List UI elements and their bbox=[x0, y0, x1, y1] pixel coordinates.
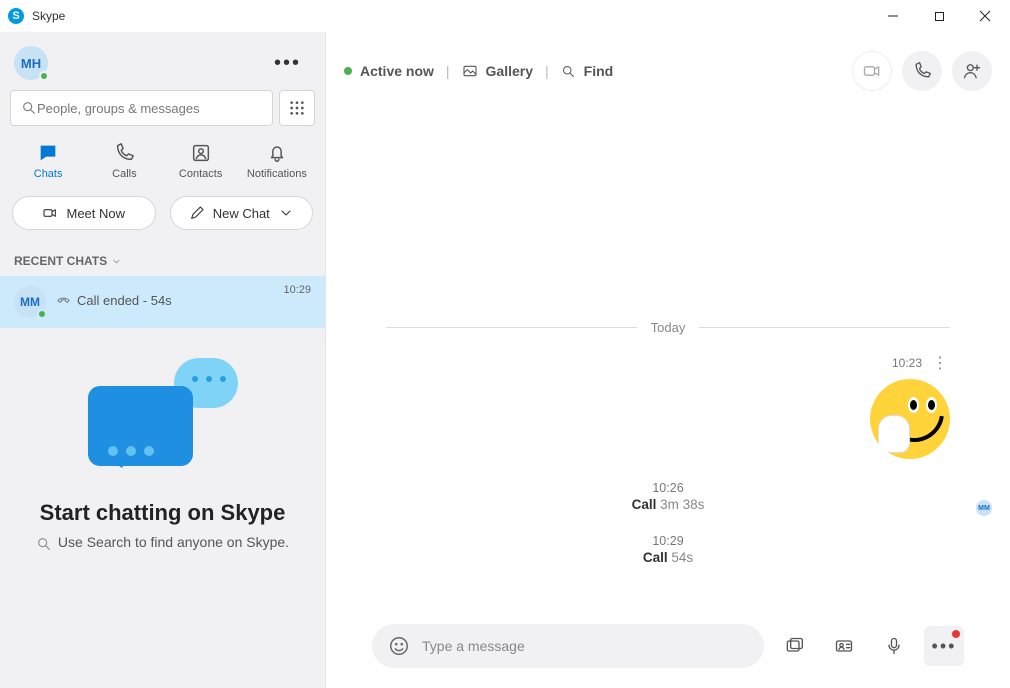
message-menu-button[interactable]: ⋮ bbox=[930, 353, 950, 373]
read-receipt: MM bbox=[976, 500, 992, 516]
promo-title: Start chatting on Skype bbox=[40, 500, 286, 526]
add-participants-button[interactable] bbox=[952, 51, 992, 91]
nav-tab-chats[interactable]: Chats bbox=[13, 142, 83, 180]
conversation-header: Active now | Gallery | Find bbox=[326, 32, 1010, 110]
audio-call-button[interactable] bbox=[902, 51, 942, 91]
chat-illustration bbox=[88, 358, 238, 478]
day-label: Today bbox=[651, 320, 686, 335]
message-list: Today 10:23 ⋮ 10:26 Call 3m 38s bbox=[326, 110, 1010, 608]
more-icon: ••• bbox=[932, 636, 957, 657]
meet-now-button[interactable]: Meet Now bbox=[12, 196, 156, 230]
search-box[interactable] bbox=[10, 90, 273, 126]
separator: | bbox=[442, 63, 454, 79]
call-ended-icon bbox=[56, 293, 71, 308]
video-call-button[interactable] bbox=[852, 51, 892, 91]
voice-message-button[interactable] bbox=[874, 626, 914, 666]
contact-card-button[interactable] bbox=[824, 626, 864, 666]
nav-label-calls: Calls bbox=[112, 168, 136, 180]
sidebar: MH ••• Chats bbox=[0, 32, 326, 688]
call-duration: 54s bbox=[671, 550, 693, 565]
add-user-icon bbox=[962, 61, 982, 81]
recent-chats-header[interactable]: RECENT CHATS bbox=[0, 246, 325, 276]
nav-label-chats: Chats bbox=[34, 168, 63, 180]
call-time: 10:26 bbox=[386, 481, 950, 495]
recent-chats-label: RECENT CHATS bbox=[14, 254, 107, 268]
presence-indicator bbox=[37, 309, 47, 319]
presence-indicator bbox=[39, 71, 49, 81]
chat-icon bbox=[37, 142, 59, 164]
compose-icon bbox=[189, 205, 205, 221]
conversation-panel: Active now | Gallery | Find bbox=[326, 32, 1010, 688]
meet-now-label: Meet Now bbox=[66, 206, 125, 221]
profile-row: MH ••• bbox=[0, 32, 325, 90]
nav-label-contacts: Contacts bbox=[179, 168, 222, 180]
message-composer[interactable] bbox=[372, 624, 764, 668]
chat-initials: MM bbox=[20, 295, 40, 309]
promo-subtitle: Use Search to find anyone on Skype. bbox=[58, 534, 289, 550]
empty-state-promo: Start chatting on Skype Use Search to fi… bbox=[0, 328, 325, 688]
composer-area: ••• bbox=[326, 608, 1010, 688]
phone-icon bbox=[113, 142, 135, 164]
user-avatar[interactable]: MH bbox=[14, 46, 48, 80]
contacts-icon bbox=[190, 142, 212, 164]
notification-dot bbox=[952, 630, 960, 638]
search-icon bbox=[36, 536, 52, 552]
window-minimize-button[interactable] bbox=[870, 0, 916, 32]
call-event[interactable]: 10:26 Call 3m 38s bbox=[386, 481, 950, 512]
nav-tab-contacts[interactable]: Contacts bbox=[166, 142, 236, 180]
nav-tab-calls[interactable]: Calls bbox=[89, 142, 159, 180]
call-duration: 3m 38s bbox=[660, 497, 704, 512]
call-event[interactable]: 10:29 Call 54s bbox=[386, 534, 950, 565]
chat-time: 10:29 bbox=[283, 284, 311, 296]
new-chat-button[interactable]: New Chat bbox=[170, 196, 314, 230]
window-close-button[interactable] bbox=[962, 0, 1008, 32]
dialpad-button[interactable] bbox=[279, 90, 315, 126]
user-menu-button[interactable]: ••• bbox=[266, 48, 309, 79]
dialpad-icon bbox=[289, 100, 305, 116]
chat-avatar: MM bbox=[14, 286, 46, 318]
search-icon bbox=[21, 100, 37, 116]
nav-tab-notifications[interactable]: Notifications bbox=[242, 142, 312, 180]
video-icon bbox=[862, 61, 882, 81]
video-icon bbox=[42, 205, 58, 221]
new-chat-label: New Chat bbox=[213, 206, 270, 221]
chevron-down-icon bbox=[278, 205, 294, 221]
attachment-icon bbox=[784, 636, 804, 656]
window-maximize-button[interactable] bbox=[916, 0, 962, 32]
message-input[interactable] bbox=[422, 638, 748, 654]
window-title: Skype bbox=[32, 9, 65, 23]
search-icon bbox=[561, 64, 576, 79]
nav-tabs: Chats Calls Contacts Notifications bbox=[0, 136, 325, 190]
nav-label-notifications: Notifications bbox=[247, 168, 307, 180]
gallery-icon bbox=[462, 63, 478, 79]
header-gallery[interactable]: Gallery bbox=[486, 63, 533, 79]
microphone-icon bbox=[884, 636, 904, 656]
chat-preview-text: Call ended - 54s bbox=[77, 293, 172, 308]
skype-app-icon: S bbox=[8, 8, 24, 24]
phone-icon bbox=[912, 61, 932, 81]
message-row: 10:23 ⋮ bbox=[386, 353, 950, 459]
day-separator: Today bbox=[386, 320, 950, 335]
contact-card-icon bbox=[834, 636, 854, 656]
call-time: 10:29 bbox=[386, 534, 950, 548]
more-options-button[interactable]: ••• bbox=[924, 626, 964, 666]
emoji-sticker[interactable] bbox=[870, 379, 950, 459]
call-label: Call bbox=[643, 550, 668, 565]
header-find[interactable]: Find bbox=[584, 63, 614, 79]
chevron-down-icon bbox=[111, 256, 122, 267]
attach-file-button[interactable] bbox=[774, 626, 814, 666]
active-status-dot bbox=[344, 67, 352, 75]
message-time: 10:23 bbox=[892, 356, 922, 370]
separator: | bbox=[541, 63, 553, 79]
bell-icon bbox=[266, 142, 288, 164]
header-active-now[interactable]: Active now bbox=[360, 63, 434, 79]
receipt-avatar: MM bbox=[976, 500, 992, 516]
call-label: Call bbox=[632, 497, 657, 512]
emoji-picker-icon[interactable] bbox=[388, 635, 410, 657]
chat-list-item[interactable]: MM Call ended - 54s 10:29 bbox=[0, 276, 325, 328]
title-bar: S Skype bbox=[0, 0, 1010, 32]
search-input[interactable] bbox=[37, 101, 262, 116]
user-initials: MH bbox=[21, 56, 41, 71]
